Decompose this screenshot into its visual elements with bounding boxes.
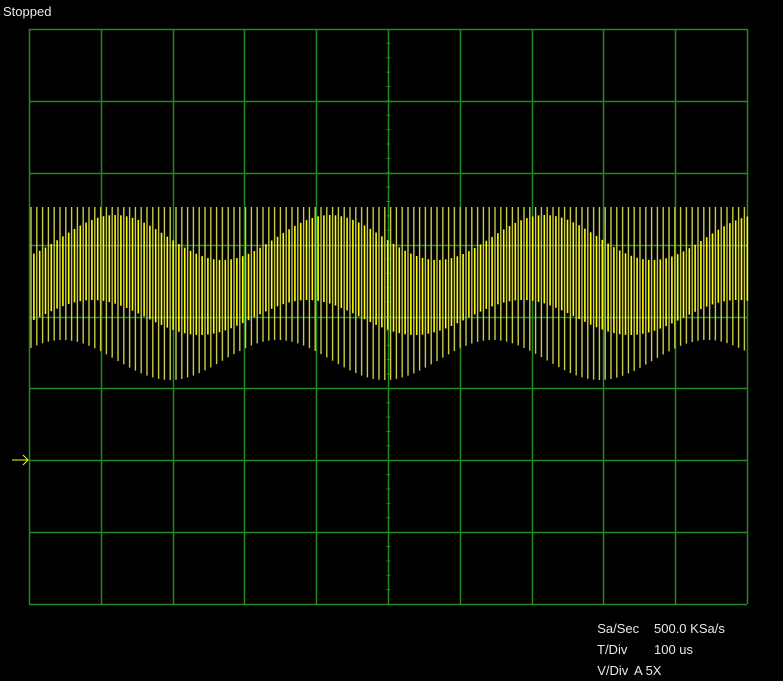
oscilloscope-display[interactable] bbox=[0, 0, 783, 681]
volt-div-label: V/Div bbox=[597, 663, 629, 678]
volt-div-value: A 5X bbox=[634, 663, 662, 678]
sample-rate-value: 500.0 KSa/s bbox=[654, 621, 725, 636]
time-div-value: 100 us bbox=[654, 642, 694, 657]
volt-div-readout: V/Div A 5X bbox=[590, 648, 661, 678]
ground-marker-icon bbox=[12, 454, 29, 466]
